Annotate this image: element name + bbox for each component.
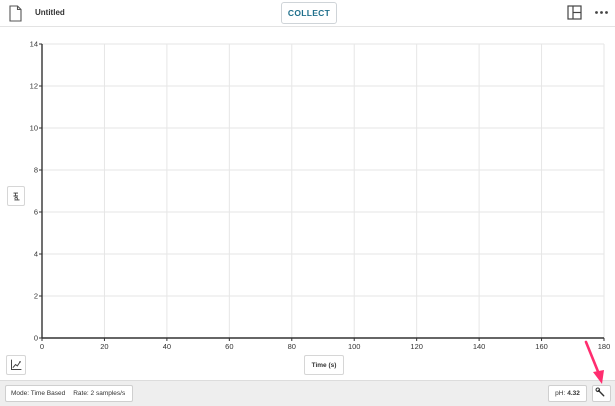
top-toolbar: Untitled COLLECT bbox=[0, 0, 615, 27]
layout-icon[interactable] bbox=[567, 5, 582, 20]
mode-label: Mode: Time Based bbox=[11, 390, 66, 397]
y-tick-label: 14 bbox=[30, 40, 38, 49]
graph-canvas[interactable]: 024681012140 20 40 60 80 100 120 140 160 180 bbox=[0, 28, 615, 378]
status-bar: Mode: Time Based Rate: 2 samples/s pH: 4… bbox=[0, 380, 615, 406]
file-icon[interactable] bbox=[9, 5, 22, 22]
y-axis-label: pH bbox=[12, 191, 20, 201]
document-title[interactable]: Untitled bbox=[35, 8, 65, 17]
wrench-icon bbox=[595, 387, 605, 397]
graph-tools-button[interactable] bbox=[6, 355, 26, 375]
y-tick-label: 0 bbox=[34, 334, 38, 343]
meter-label: pH: bbox=[555, 390, 566, 397]
x-tick-label: 20 bbox=[100, 342, 108, 351]
sensor-meter[interactable]: pH: 4.32 bbox=[548, 385, 587, 402]
x-axis-label-button[interactable]: Time (s) bbox=[304, 355, 344, 375]
x-tick-label: 40 bbox=[163, 342, 171, 351]
collect-button[interactable]: COLLECT bbox=[281, 2, 337, 24]
meter-value: 4.32 bbox=[567, 390, 580, 397]
x-tick-label: 180 bbox=[598, 342, 611, 351]
y-tick-label: 10 bbox=[30, 124, 38, 133]
x-tick-label: 80 bbox=[288, 342, 296, 351]
rate-label: Rate: 2 samples/s bbox=[73, 390, 126, 397]
x-tick-label: 100 bbox=[348, 342, 361, 351]
x-tick-label: 60 bbox=[225, 342, 233, 351]
sensor-settings-button[interactable] bbox=[592, 385, 611, 402]
y-tick-label: 4 bbox=[34, 250, 38, 259]
x-tick-label: 160 bbox=[535, 342, 548, 351]
y-tick-label: 6 bbox=[34, 208, 38, 217]
y-axis-label-button[interactable]: pH bbox=[7, 186, 25, 206]
more-icon[interactable] bbox=[594, 5, 609, 20]
x-tick-label: 120 bbox=[410, 342, 423, 351]
y-tick-label: 8 bbox=[34, 166, 38, 175]
collection-mode-button[interactable]: Mode: Time Based Rate: 2 samples/s bbox=[5, 385, 133, 402]
y-tick-label: 2 bbox=[34, 292, 38, 301]
graph-panel[interactable]: 0 2 4 6 8 10 12 14 0 20 40 60 80 100 120 140 160 180 bbox=[0, 28, 615, 378]
graph-tools-icon bbox=[11, 359, 22, 370]
x-tick-label: 0 bbox=[40, 342, 44, 351]
y-tick-label: 12 bbox=[30, 82, 38, 91]
x-tick-label: 140 bbox=[473, 342, 486, 351]
